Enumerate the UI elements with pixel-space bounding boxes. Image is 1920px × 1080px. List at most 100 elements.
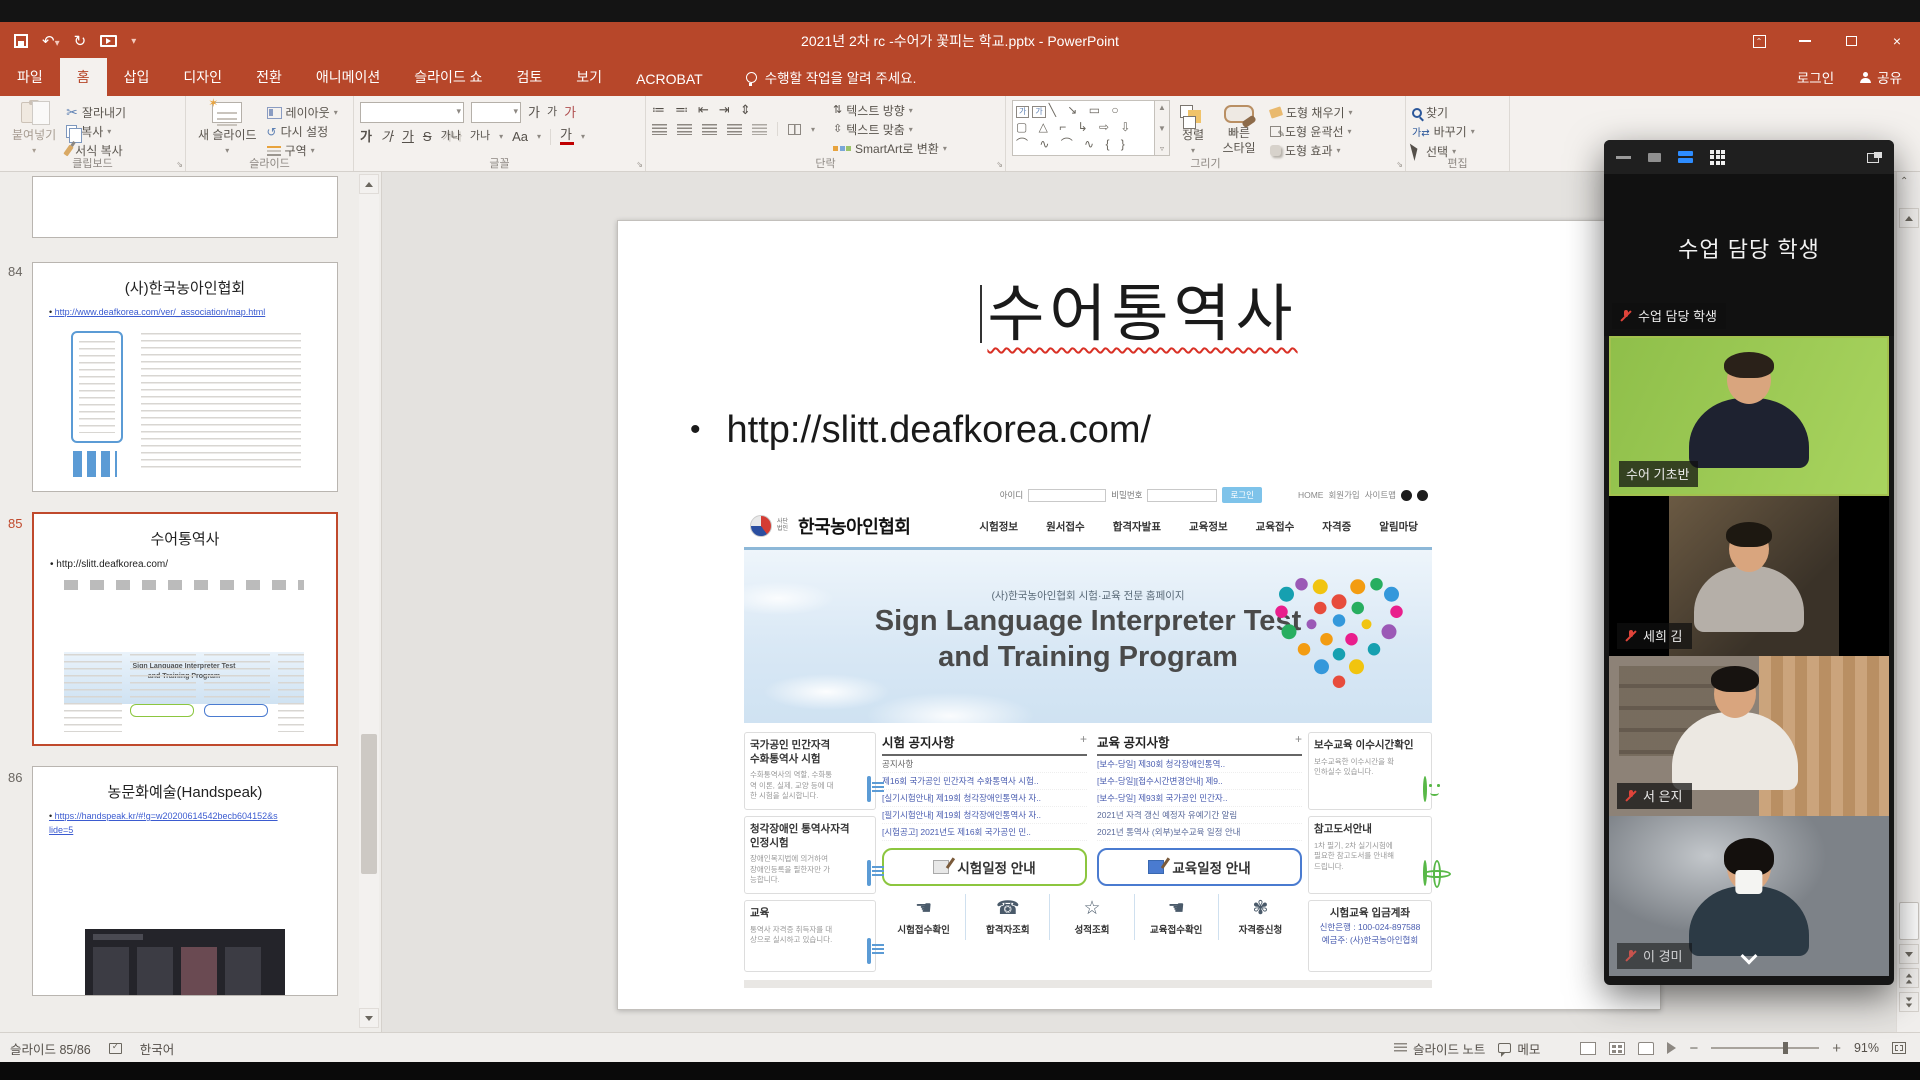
login-button[interactable]: 로그인 [1797,67,1834,87]
reset-button[interactable]: ↺다시 설정 [267,123,338,140]
tab-acrobat[interactable]: ACROBAT [619,62,720,96]
arrange-button[interactable]: 정렬 ▾ [1174,100,1212,157]
shapes-gallery[interactable]: 가가╲ ↘ ▭ ○ ▢ △ ⌐ ↳ ⇨ ⇩ ⌒ ∿ ⌒ ∿ { } ▲▼▿ [1012,100,1170,156]
paste-button[interactable]: 붙여넣기 ▾ [6,100,62,157]
start-slideshow-icon[interactable] [100,35,117,47]
zoom-in-button[interactable]: + [1832,1040,1841,1057]
tab-insert[interactable]: 삽입 [107,58,167,96]
undo-icon[interactable]: ↶▾ [42,34,60,49]
find-button[interactable]: 찾기 [1412,104,1475,121]
customize-qat-icon[interactable]: ▾ [131,36,136,47]
zoom-out-button[interactable]: − [1689,1040,1698,1057]
increase-indent-icon[interactable]: ⇥ [719,103,730,116]
bold-icon[interactable]: 가 [360,130,372,143]
new-slide-button[interactable]: 새 슬라이드 ▾ [192,100,263,157]
thumbnail-scroll-down[interactable] [359,1008,379,1028]
vertical-textbox-icon[interactable]: 가 [1032,106,1045,118]
thumbnail-slide-85[interactable]: 수어통역사 http://slitt.deafkorea.com/ Sign L… [32,512,338,746]
bullets-icon[interactable]: ≔ [652,103,665,116]
replace-button[interactable]: 가⇄바꾸기▾ [1412,123,1475,140]
horizontal-textbox-icon[interactable]: 가 [1016,106,1029,118]
main-scrollbar[interactable]: ⌃ [1896,172,1920,1032]
font-name-combo[interactable] [360,102,464,123]
cut-button[interactable]: ✂잘라내기 [66,104,126,121]
minimize-button[interactable] [1782,22,1828,60]
font-size-combo[interactable] [471,102,521,123]
tab-view[interactable]: 보기 [559,58,619,96]
strikethrough-icon[interactable]: S [423,130,432,143]
video-tile-3[interactable]: 서 은지 [1609,656,1889,816]
thumbnail-partial[interactable] [32,176,338,238]
close-button[interactable]: × [1874,22,1920,60]
slide-sorter-view-button[interactable] [1609,1042,1625,1055]
tab-animations[interactable]: 애니메이션 [299,58,397,96]
comments-toggle[interactable]: 메모 [1498,1039,1540,1058]
speaker-view-icon[interactable] [1678,151,1693,163]
previous-slide-button[interactable] [1899,968,1919,988]
shape-outline-button[interactable]: 도형 윤곽선▾ [1270,123,1353,140]
decrease-font-icon[interactable]: 가 [547,107,557,118]
tab-transitions[interactable]: 전환 [239,58,299,96]
video-conference-window[interactable]: 수업 담당 학생 수업 담당 학생 수어 기초반 세희 김 [1604,140,1894,985]
video-tile-2[interactable]: 세희 김 [1609,496,1889,656]
tell-me-box[interactable]: 수행할 작업을 알려 주세요. [746,67,917,96]
fit-to-window-icon[interactable] [1892,1042,1906,1054]
collapse-tiles-chevron[interactable] [1731,948,1767,970]
decrease-indent-icon[interactable]: ⇤ [698,103,709,116]
video-tile-4[interactable]: 이 경미 [1609,816,1889,976]
italic-icon[interactable]: 가 [381,130,393,143]
normal-view-button[interactable] [1580,1042,1596,1055]
align-right-icon[interactable] [702,124,717,135]
popout-layout-icon[interactable] [1867,152,1882,163]
reading-view-button[interactable] [1638,1042,1654,1055]
video-tile-1[interactable]: 수어 기초반 [1609,336,1889,496]
clear-formatting-icon[interactable]: 가 [564,106,576,119]
tab-review[interactable]: 검토 [500,58,560,96]
copy-button[interactable]: 복사▾ [66,123,126,140]
distribute-icon[interactable] [752,124,767,135]
numbering-icon[interactable]: ≕ [675,103,688,116]
tab-home[interactable]: 홈 [60,58,107,96]
maximize-button[interactable] [1828,22,1874,60]
collapse-ribbon-icon[interactable]: ⌃ [1900,176,1908,187]
shapes-gallery-scrollbar[interactable]: ▲▼▿ [1154,101,1169,155]
character-spacing-icon[interactable]: 가나 [470,131,490,142]
font-color-icon[interactable]: 가 [560,128,572,145]
layout-button[interactable]: 레이아웃▾ [267,104,338,121]
save-icon[interactable] [14,34,28,48]
slide-title[interactable]: 수어통역사 [987,280,1297,349]
thumbnail-scrollbar[interactable] [359,174,379,1028]
thumbnail-slide-86[interactable]: 농문화예술(Handspeak) https://handspeak.kr/#!… [32,766,338,996]
scroll-down-button[interactable] [1899,944,1919,964]
zoom-slider-thumb[interactable] [1783,1042,1788,1054]
scroll-up-button[interactable] [1899,208,1919,228]
thumbnail-slide-84[interactable]: (사)한국농아인협회 http://www.deafkorea.com/ver/… [32,262,338,492]
change-case-icon[interactable]: Aa [512,130,528,143]
paragraph-dialog-launcher[interactable]: ⇘ [996,160,1003,169]
quick-styles-button[interactable]: 빠른 스타일 [1216,100,1262,157]
align-left-icon[interactable] [652,124,667,135]
zoom-slider[interactable] [1711,1047,1819,1049]
font-dialog-launcher[interactable]: ⇘ [636,160,643,169]
video-restore-icon[interactable] [1648,153,1661,162]
align-center-icon[interactable] [677,124,692,135]
drawing-dialog-launcher[interactable]: ⇘ [1396,160,1403,169]
slide-bullet-url[interactable]: http://slitt.deafkorea.com/ [690,409,1151,452]
spellcheck-icon[interactable] [109,1043,122,1054]
clipboard-dialog-launcher[interactable]: ⇘ [176,160,183,169]
scroll-thumb[interactable] [1899,902,1919,940]
zoom-level[interactable]: 91% [1854,1041,1879,1055]
align-text-button[interactable]: ⇳텍스트 맞춤▾ [833,121,947,138]
tab-design[interactable]: 디자인 [166,58,239,96]
next-slide-button[interactable] [1899,992,1919,1012]
share-button[interactable]: 공유 [1860,67,1902,87]
increase-font-icon[interactable]: 가 [528,106,540,119]
columns-icon[interactable] [788,124,801,135]
underline-icon[interactable]: 가 [402,130,414,143]
thumbnail-scroll-up[interactable] [359,174,379,194]
gallery-view-icon[interactable] [1710,150,1725,165]
thumbnail-scroll-thumb[interactable] [361,734,377,874]
slide-editor[interactable]: 수어통역사 http://slitt.deafkorea.com/ 아이디 비밀… [617,220,1661,1010]
justify-icon[interactable] [727,124,742,135]
tab-slideshow[interactable]: 슬라이드 쇼 [397,58,499,96]
